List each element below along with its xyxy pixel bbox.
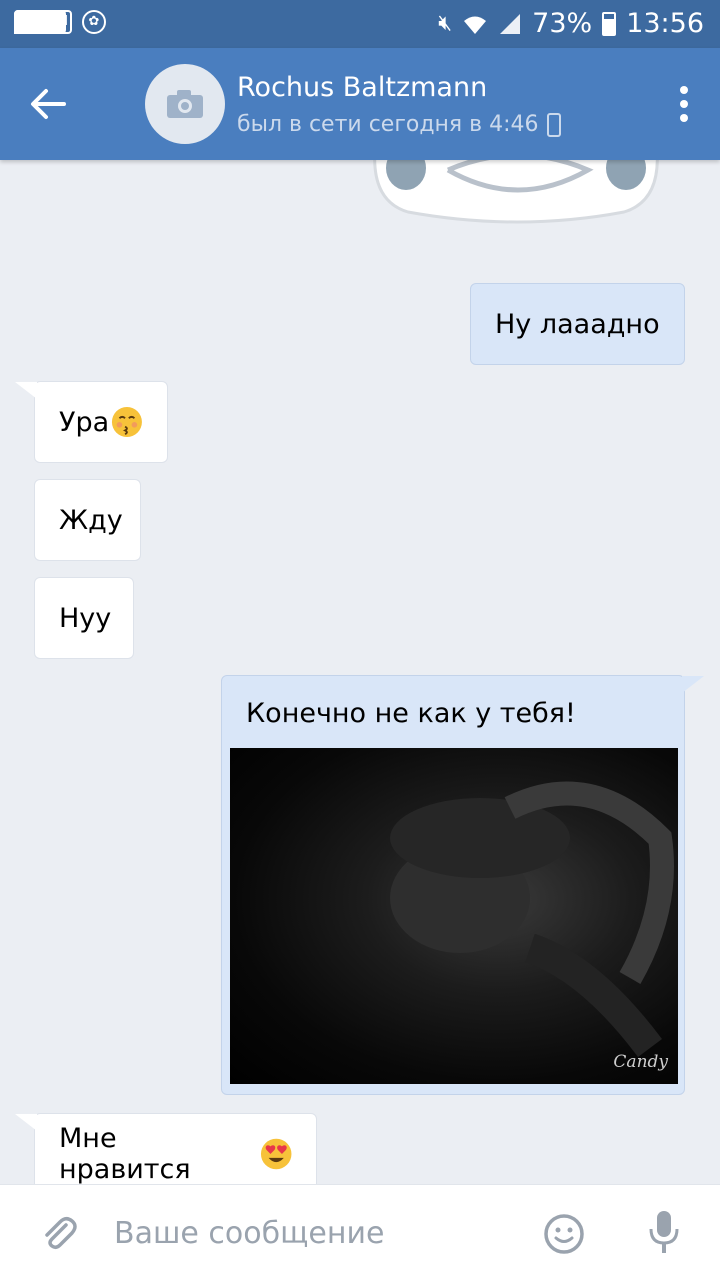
message-bubble-incoming[interactable]: Жду [34, 479, 141, 561]
message-list[interactable]: Ну лааадно Ура Жду Нуу Конечно не как у … [0, 160, 720, 1184]
message-bubble-outgoing[interactable]: Ну лааадно [470, 283, 685, 365]
message-text: Мне нравится [59, 1123, 191, 1184]
message-text: Ну лааадно [495, 308, 660, 340]
heart-eyes-emoji-icon [260, 1138, 292, 1170]
message-text: Конечно не как у тебя! [246, 698, 576, 729]
back-arrow-icon [31, 89, 66, 119]
signal-icon [500, 13, 521, 34]
contact-name[interactable]: Rochus Baltzmann [237, 72, 487, 103]
kissing-emoji-icon [112, 407, 143, 437]
message-text: Жду [59, 504, 123, 536]
bubble-tail [15, 1114, 37, 1131]
message-text: Нуу [59, 602, 112, 634]
status-bar: ▴ Ш ✿ 🔇︎ 73% 13:56 [0, 0, 720, 48]
message-text: Ура [59, 406, 110, 438]
photo-watermark: Candy [613, 1052, 668, 1072]
mute-icon: 🔇︎ [438, 11, 453, 36]
mic-icon[interactable] [648, 1209, 680, 1257]
sticker[interactable] [368, 160, 664, 232]
message-bubble-outgoing-photo[interactable]: Конечно не как у тебя! Candy [221, 675, 704, 1095]
message-icon [14, 10, 66, 34]
chat-header: Rochus Baltzmann был в сети сегодня в 4:… [0, 48, 720, 160]
photo-content [390, 781, 674, 1058]
message-input[interactable] [114, 1211, 514, 1255]
phone-icon [546, 112, 561, 137]
clock: 13:56 [626, 8, 704, 39]
message-bubble-incoming[interactable]: Ура [15, 381, 168, 463]
last-seen-status: был в сети сегодня в 4:46 [237, 112, 561, 137]
system-icons: 🔇︎ 73% 13:56 [438, 8, 704, 39]
paperclip-icon[interactable] [38, 1213, 78, 1253]
last-seen-text: был в сети сегодня в 4:46 [237, 112, 539, 137]
avatar[interactable] [145, 64, 225, 144]
bubble-tail [15, 382, 37, 399]
smile-icon[interactable] [543, 1213, 585, 1255]
message-photo[interactable]: Candy [230, 748, 678, 1084]
composer [0, 1184, 720, 1280]
battery-percent: 73% [532, 8, 593, 39]
message-bubble-incoming[interactable]: Нуу [34, 577, 134, 659]
wifi-icon [464, 16, 487, 34]
camera-icon [167, 90, 203, 118]
message-bubble-incoming[interactable]: Мне нравится [15, 1113, 317, 1184]
notification-icons: ▴ Ш ✿ [14, 10, 106, 34]
lion-app-icon: ✿ [82, 10, 106, 34]
more-options-button[interactable] [678, 86, 690, 122]
bubble-tail [682, 676, 704, 693]
back-button[interactable] [24, 76, 72, 132]
battery-icon [602, 11, 617, 36]
more-vert-icon [680, 86, 688, 94]
